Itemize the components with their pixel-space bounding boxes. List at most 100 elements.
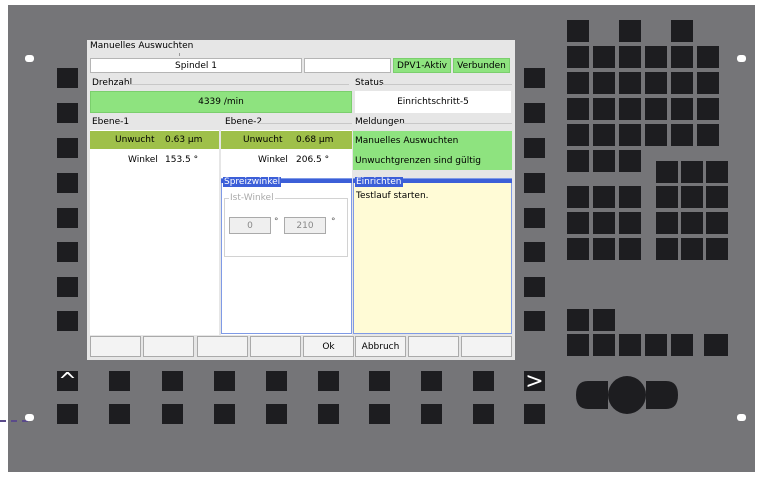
function-button-8[interactable] (461, 336, 512, 357)
bottom-softkey-3[interactable] (214, 371, 235, 391)
bottom-softkey-1[interactable] (109, 371, 130, 391)
keypad-key[interactable] (671, 72, 693, 94)
keypad-key[interactable] (593, 186, 615, 208)
keypad-key[interactable] (619, 20, 641, 42)
keypad-key[interactable] (619, 186, 641, 208)
keypad-key[interactable] (671, 98, 693, 120)
left-softkey-6[interactable] (57, 242, 78, 262)
ist-winkel-to-input[interactable]: 210 (284, 217, 326, 234)
left-softkey-7[interactable] (57, 277, 78, 297)
keypad-key[interactable] (681, 161, 703, 183)
cursor-keys-icon[interactable] (574, 375, 680, 415)
right-softkey-6[interactable] (524, 242, 545, 262)
function-button-1[interactable] (90, 336, 141, 357)
keypad-key[interactable] (671, 334, 693, 356)
keypad-key[interactable] (593, 72, 615, 94)
keypad-key[interactable] (593, 309, 615, 331)
keypad-key[interactable] (593, 46, 615, 68)
recall-up-arrow-icon[interactable]: ^ (57, 369, 78, 394)
keypad-key[interactable] (645, 334, 667, 356)
keypad-key[interactable] (645, 72, 667, 94)
keypad-key[interactable] (593, 212, 615, 234)
etc-right-arrow-icon[interactable]: > (524, 369, 545, 394)
keypad-key[interactable] (697, 98, 719, 120)
keypad-key[interactable] (704, 334, 728, 356)
right-softkey-5[interactable] (524, 208, 545, 228)
keypad-key[interactable] (706, 186, 728, 208)
function-button-2[interactable] (143, 336, 194, 357)
keypad-key[interactable] (671, 20, 693, 42)
keypad-key[interactable] (619, 212, 641, 234)
bottom-softkey-4[interactable] (266, 371, 287, 391)
keypad-key[interactable] (619, 72, 641, 94)
left-softkey-2[interactable] (57, 103, 78, 123)
keypad-key[interactable] (619, 98, 641, 120)
keypad-key[interactable] (656, 186, 678, 208)
keypad-key[interactable] (567, 334, 589, 356)
bottom-softkey-8[interactable] (473, 371, 494, 391)
bottom-key-row2[interactable] (524, 404, 545, 424)
left-softkey-4[interactable] (57, 173, 78, 193)
keypad-key[interactable] (697, 46, 719, 68)
keypad-key[interactable] (593, 98, 615, 120)
ist-winkel-from-input[interactable]: 0 (229, 217, 271, 234)
left-softkey-3[interactable] (57, 138, 78, 158)
keypad-key[interactable] (567, 150, 589, 172)
keypad-key[interactable] (593, 334, 615, 356)
right-softkey-1[interactable] (524, 68, 545, 88)
bottom-softkey-2[interactable] (162, 371, 183, 391)
bottom-key-row2[interactable] (109, 404, 130, 424)
bottom-key-row2[interactable] (162, 404, 183, 424)
keypad-key[interactable] (619, 150, 641, 172)
abbruch-button[interactable]: Abbruch (355, 336, 406, 357)
keypad-key[interactable] (567, 238, 589, 260)
bottom-key-row2[interactable] (214, 404, 235, 424)
bottom-key-row2[interactable] (421, 404, 442, 424)
keypad-key[interactable] (681, 212, 703, 234)
spindle-field[interactable]: Spindel 1 (90, 58, 302, 73)
keypad-key[interactable] (619, 334, 641, 356)
keypad-key[interactable] (593, 150, 615, 172)
function-button-4[interactable] (250, 336, 301, 357)
left-softkey-8[interactable] (57, 311, 78, 331)
bottom-key-row2[interactable] (318, 404, 339, 424)
left-softkey-5[interactable] (57, 208, 78, 228)
bottom-key-row2[interactable] (369, 404, 390, 424)
keypad-key[interactable] (593, 124, 615, 146)
bottom-softkey-6[interactable] (369, 371, 390, 391)
bottom-softkey-5[interactable] (318, 371, 339, 391)
keypad-key[interactable] (619, 46, 641, 68)
keypad-key[interactable] (706, 238, 728, 260)
keypad-key[interactable] (706, 161, 728, 183)
ok-button[interactable]: Ok (303, 336, 354, 357)
keypad-key[interactable] (656, 212, 678, 234)
keypad-key[interactable] (593, 238, 615, 260)
right-softkey-7[interactable] (524, 277, 545, 297)
keypad-key[interactable] (671, 124, 693, 146)
keypad-key[interactable] (567, 72, 589, 94)
keypad-key[interactable] (645, 46, 667, 68)
keypad-key[interactable] (681, 238, 703, 260)
left-softkey-1[interactable] (57, 68, 78, 88)
keypad-key[interactable] (567, 186, 589, 208)
keypad-key[interactable] (645, 98, 667, 120)
keypad-key[interactable] (681, 186, 703, 208)
keypad-key[interactable] (619, 238, 641, 260)
bottom-softkey-7[interactable] (421, 371, 442, 391)
keypad-key[interactable] (619, 124, 641, 146)
bottom-key-row2[interactable] (57, 404, 78, 424)
keypad-key[interactable] (567, 309, 589, 331)
keypad-key[interactable] (706, 212, 728, 234)
function-button-7[interactable] (408, 336, 459, 357)
keypad-key[interactable] (671, 46, 693, 68)
function-button-3[interactable] (197, 336, 248, 357)
keypad-key[interactable] (697, 124, 719, 146)
keypad-key[interactable] (656, 238, 678, 260)
bottom-key-row2[interactable] (473, 404, 494, 424)
keypad-key[interactable] (645, 124, 667, 146)
keypad-key[interactable] (567, 98, 589, 120)
keypad-key[interactable] (567, 46, 589, 68)
keypad-key[interactable] (567, 20, 589, 42)
right-softkey-2[interactable] (524, 103, 545, 123)
keypad-key[interactable] (697, 72, 719, 94)
